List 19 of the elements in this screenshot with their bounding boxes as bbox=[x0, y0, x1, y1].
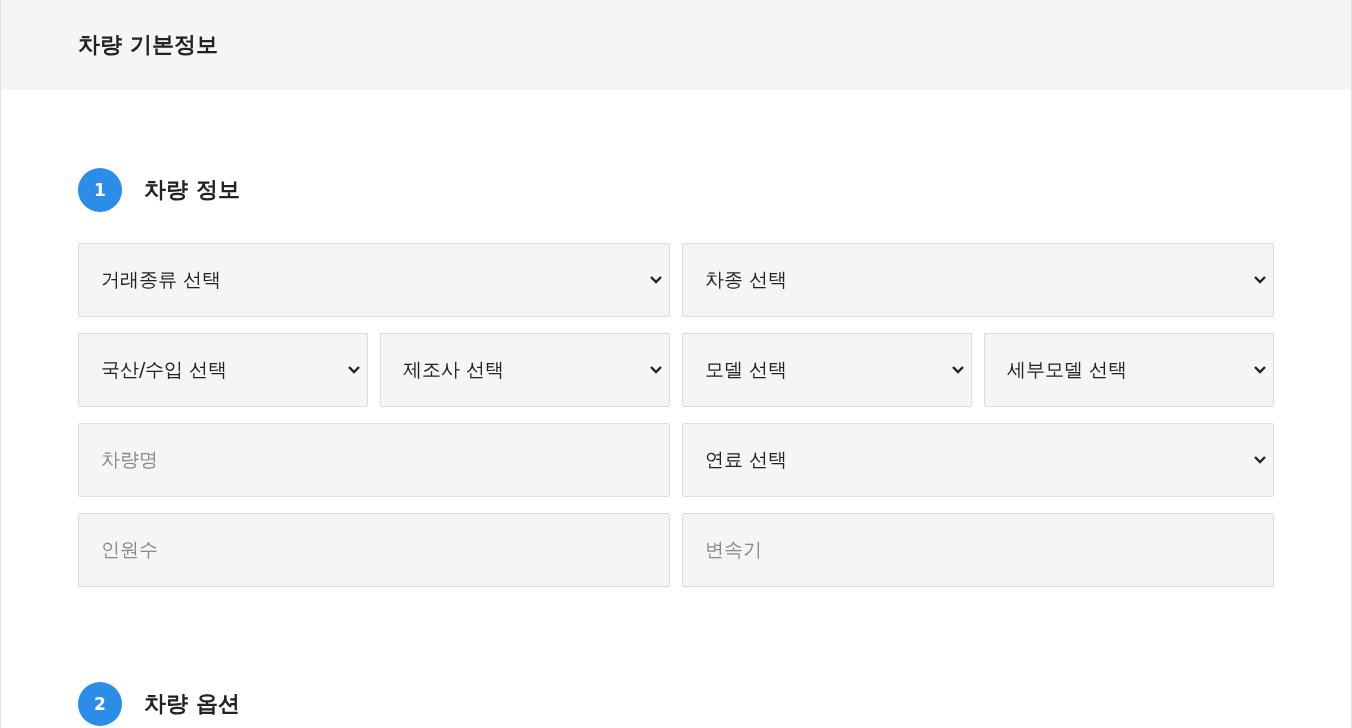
chevron-down-icon bbox=[1253, 455, 1267, 465]
select-field[interactable]: 국산/수입 선택 bbox=[78, 333, 368, 407]
step-number: 2 bbox=[78, 682, 122, 726]
step-number: 1 bbox=[78, 168, 122, 212]
section-title: 차량 정보 bbox=[144, 176, 240, 204]
chevron-down-icon bbox=[347, 365, 361, 375]
select-field[interactable]: 제조사 선택 bbox=[380, 333, 670, 407]
select-field[interactable]: 모델 선택 bbox=[682, 333, 972, 407]
select-field[interactable]: 세부모델 선택 bbox=[984, 333, 1274, 407]
chevron-down-icon bbox=[649, 365, 663, 375]
chevron-down-icon bbox=[1253, 365, 1267, 375]
select-field[interactable]: 거래종류 선택 bbox=[78, 243, 670, 317]
select-field[interactable]: 연료 선택 bbox=[682, 423, 1274, 497]
chevron-down-icon bbox=[1253, 275, 1267, 285]
section-title: 차량 옵션 bbox=[144, 690, 240, 718]
chevron-down-icon bbox=[649, 275, 663, 285]
select-field[interactable]: 차종 선택 bbox=[682, 243, 1274, 317]
chevron-down-icon bbox=[951, 365, 965, 375]
page-title: 차량 기본정보 bbox=[78, 31, 218, 59]
